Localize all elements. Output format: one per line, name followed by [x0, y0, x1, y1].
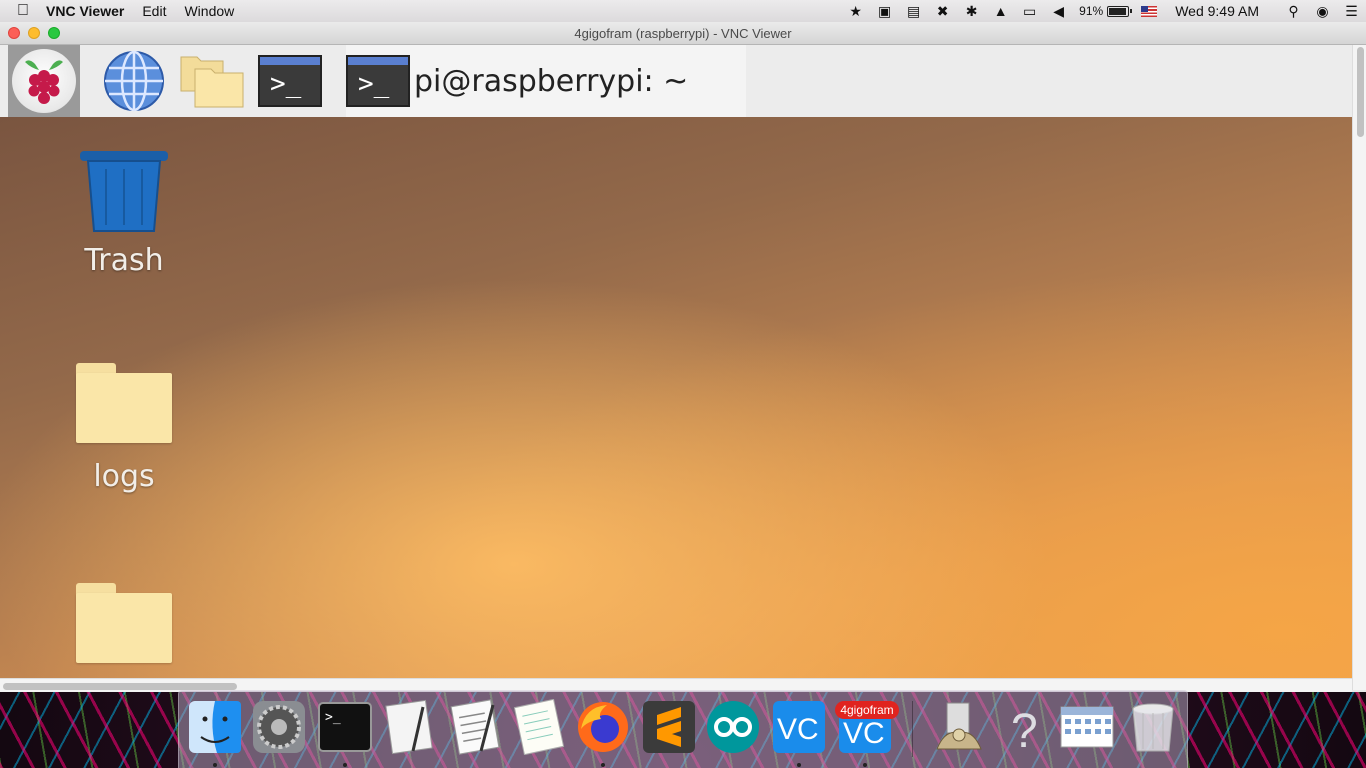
file-manager-button[interactable] — [178, 45, 246, 117]
apple-menu-icon[interactable]:  — [0, 2, 46, 20]
trash-icon — [80, 149, 168, 235]
dock-textedit[interactable] — [449, 699, 505, 755]
svg-text:VC: VC — [777, 713, 819, 746]
battery-icon[interactable] — [1107, 5, 1133, 17]
star-icon[interactable]: ★ — [841, 3, 870, 20]
trash-icon — [1132, 703, 1174, 752]
bolt-icon[interactable]: ✖ — [928, 3, 957, 20]
firefox-icon — [578, 702, 628, 752]
vnc-viewer-icon: VC — [773, 701, 825, 753]
volume-icon[interactable]: ◀ — [1044, 3, 1073, 20]
airplay-icon[interactable]: ▭ — [1015, 3, 1044, 20]
dock-firefox[interactable] — [575, 699, 631, 767]
pi-taskbar: >_ >_ pi@raspberrypi: ~ — [0, 45, 1352, 117]
wifi-icon[interactable]: ▲ — [986, 3, 1015, 19]
dock-system-preferences[interactable] — [251, 699, 307, 755]
dock-calendar-stack[interactable] — [1059, 699, 1115, 755]
preview-icon — [385, 699, 433, 755]
input-source-flag-icon[interactable] — [1141, 5, 1158, 17]
siri-icon[interactable]: ◉ — [1308, 3, 1337, 20]
dock-notification-badge: 4gigofram — [835, 701, 899, 719]
zoom-window-button[interactable] — [48, 27, 60, 39]
arduino-icon — [707, 701, 759, 753]
svg-text:VC: VC — [843, 717, 885, 750]
terminal-icon: >_ — [318, 702, 372, 752]
mac-dock: >_ VC VC ? 4gigofram — [178, 690, 1188, 768]
raspberry-menu-button[interactable] — [8, 45, 80, 117]
taskbar-window-button[interactable]: >_ pi@raspberrypi: ~ — [346, 45, 746, 117]
dock-help[interactable]: ? — [997, 699, 1053, 758]
dock-notes[interactable] — [513, 698, 569, 756]
ferry-icon[interactable]: ▤ — [899, 3, 928, 20]
dock-arduino[interactable] — [705, 699, 761, 755]
dock-sublime-text[interactable] — [641, 699, 697, 755]
pi-desktop[interactable]: Trash logs — [0, 117, 1352, 690]
folder-icon — [76, 583, 172, 665]
window-menu[interactable]: Window — [184, 3, 234, 19]
remote-desktop-view[interactable]: >_ >_ pi@raspberrypi: ~ Trash logs — [0, 45, 1352, 690]
textedit-icon — [450, 699, 500, 755]
dock-vnc-viewer[interactable]: VC — [771, 699, 827, 767]
window-titlebar[interactable]: 4gigofram (raspberrypi) - VNC Viewer — [0, 22, 1366, 45]
notification-center-icon[interactable]: ☰ — [1337, 3, 1366, 20]
dock-terminal[interactable]: >_ — [317, 699, 373, 767]
dock-finder[interactable] — [187, 699, 243, 767]
svg-text:>_: >_ — [325, 710, 341, 725]
box-icon[interactable]: ▣ — [870, 3, 899, 20]
folder-icon — [76, 363, 172, 445]
horizontal-scroll-thumb[interactable] — [3, 683, 237, 690]
battery-percent[interactable]: 91% — [1079, 4, 1103, 18]
sublime-text-icon — [643, 701, 695, 753]
finder-icon — [189, 701, 241, 753]
desktop-folder-logs[interactable]: logs — [64, 363, 184, 494]
dock-preview[interactable] — [383, 699, 439, 755]
close-window-button[interactable] — [8, 27, 20, 39]
window-title: 4gigofram (raspberrypi) - VNC Viewer — [574, 26, 792, 41]
folders-icon — [180, 56, 244, 108]
terminal-icon: >_ — [346, 55, 410, 107]
globe-icon — [104, 50, 164, 112]
app-menu[interactable]: VNC Viewer — [46, 3, 124, 19]
dock-separator — [912, 701, 913, 757]
web-browser-button[interactable] — [102, 45, 166, 117]
running-indicator — [343, 763, 347, 767]
svg-text:?: ? — [1011, 705, 1038, 755]
vertical-scrollbar[interactable] — [1352, 45, 1366, 690]
menubar-clock[interactable]: Wed 9:49 AM — [1175, 3, 1259, 19]
task-window-title: pi@raspberrypi: ~ — [414, 63, 689, 99]
edit-menu[interactable]: Edit — [142, 3, 166, 19]
desktop-folder[interactable] — [64, 583, 184, 679]
file-uploader-icon — [936, 702, 982, 750]
desktop-icon-label: logs — [93, 459, 155, 494]
mac-menubar:  VNC Viewer Edit Window ★ ▣ ▤ ✖ ✱ ▲ ▭ ◀… — [0, 0, 1366, 22]
calendar-icon — [1060, 706, 1114, 748]
help-icon: ? — [1011, 705, 1038, 758]
minimize-window-button[interactable] — [28, 27, 40, 39]
running-indicator — [863, 763, 867, 767]
spotlight-search-icon[interactable]: ⚲ — [1279, 3, 1308, 20]
system-preferences-icon — [253, 701, 305, 753]
notes-icon — [513, 698, 565, 756]
terminal-icon: >_ — [258, 55, 322, 107]
dock-file-uploader[interactable] — [931, 699, 987, 755]
vnc-viewer-window: 4gigofram (raspberrypi) - VNC Viewer >_ … — [0, 22, 1366, 692]
running-indicator — [601, 763, 605, 767]
dock-trash[interactable] — [1125, 699, 1181, 755]
running-indicator — [797, 763, 801, 767]
desktop-icon-label: Trash — [84, 243, 164, 278]
menubar-status-area: ★ ▣ ▤ ✖ ✱ ▲ ▭ ◀ 91% Wed 9:49 AM ⚲ ◉ ☰ — [841, 3, 1366, 20]
vertical-scroll-thumb[interactable] — [1357, 47, 1364, 137]
terminal-launcher-button[interactable]: >_ — [256, 45, 324, 117]
desktop-trash[interactable]: Trash — [64, 149, 184, 278]
running-indicator — [213, 763, 217, 767]
raspberry-pi-logo-icon — [12, 49, 76, 113]
bluetooth-icon[interactable]: ✱ — [957, 3, 986, 20]
